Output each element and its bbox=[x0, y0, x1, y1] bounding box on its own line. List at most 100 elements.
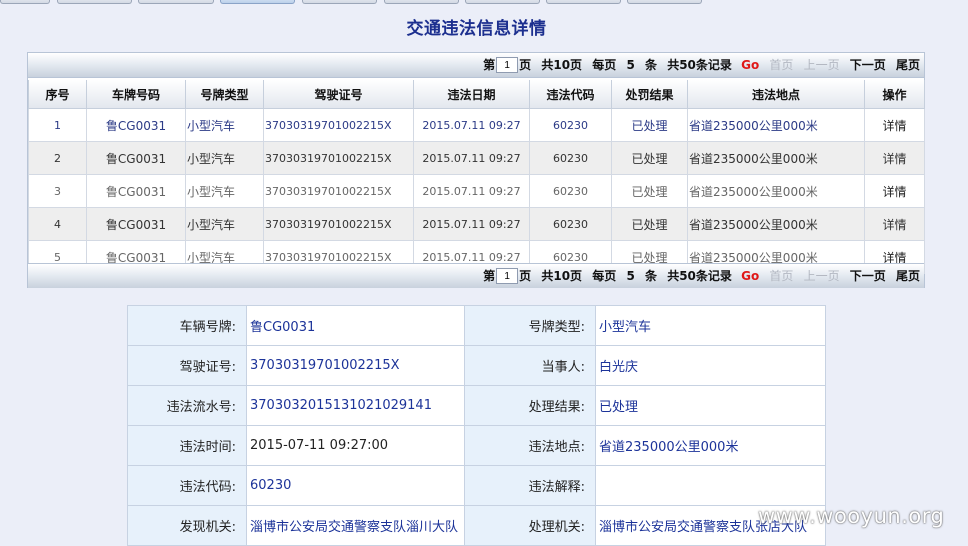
col-header[interactable]: 违法地点 bbox=[687, 80, 865, 109]
watermark: www.wooyun.org bbox=[758, 504, 945, 528]
found-org-label: 发现机关: bbox=[127, 505, 247, 546]
pager-tiao: 条 bbox=[645, 269, 658, 283]
table-row[interactable]: 2 鲁CG0031 小型汽车 37030319701002215X 2015.0… bbox=[28, 141, 925, 175]
cell-code: 60230 bbox=[529, 207, 612, 241]
pager-bottom: 第 页 共10页 每页 5 条 共50条记录 Go 首页 上一页 下一页 尾页 bbox=[28, 263, 924, 288]
cell-result: 已处理 bbox=[611, 141, 688, 175]
cell-no: 2 bbox=[28, 141, 87, 175]
detail-row: 车辆号牌: 鲁CG0031 号牌类型: 小型汽车 bbox=[127, 305, 826, 346]
first-page-link[interactable]: 首页 bbox=[769, 58, 793, 72]
col-header[interactable]: 操作 bbox=[864, 80, 925, 109]
violation-table: 序号 车牌号码 号牌类型 驾驶证号 违法日期 违法代码 处罚结果 违法地点 操作… bbox=[28, 80, 925, 274]
cell-result: 已处理 bbox=[611, 108, 688, 142]
cell-no: 1 bbox=[28, 108, 87, 142]
result-label: 处理结果: bbox=[464, 385, 596, 426]
col-header[interactable]: 违法日期 bbox=[413, 80, 530, 109]
detail-row: 违法时间: 2015-07-11 09:27:00 违法地点: 省道235000… bbox=[127, 425, 826, 466]
last-page-link[interactable]: 尾页 bbox=[896, 269, 920, 283]
page-title: 交通违法信息详情 bbox=[406, 19, 547, 39]
cell-type: 小型汽车 bbox=[185, 207, 264, 241]
cell-date: 2015.07.11 09:27 bbox=[413, 207, 530, 241]
cell-place: 省道235000公里000米 bbox=[687, 174, 865, 208]
last-page-link[interactable]: 尾页 bbox=[896, 58, 920, 72]
next-page-link[interactable]: 下一页 bbox=[850, 269, 886, 283]
violation-grid: 第页 共10页 每页 5 条 共50条记录 Go 首页 上一页 下一页 尾页 序… bbox=[27, 52, 925, 288]
tab[interactable] bbox=[546, 0, 621, 4]
tab[interactable] bbox=[627, 0, 702, 4]
detail-link[interactable]: 详情 bbox=[864, 108, 925, 142]
pager-ye: 页 bbox=[519, 58, 532, 72]
col-header[interactable]: 序号 bbox=[28, 80, 87, 109]
next-page-link[interactable]: 下一页 bbox=[850, 58, 886, 72]
pager-tiao: 条 bbox=[645, 58, 658, 72]
table-header-row: 序号 车牌号码 号牌类型 驾驶证号 违法日期 违法代码 处罚结果 违法地点 操作 bbox=[28, 80, 925, 109]
col-header[interactable]: 车牌号码 bbox=[86, 80, 186, 109]
detail-row: 发现机关: 淄博市公安局交通警察支队淄川大队 处理机关: 淄博市公安局交通警察支… bbox=[127, 505, 826, 546]
cell-plate: 鲁CG0031 bbox=[86, 141, 186, 175]
place-label: 违法地点: bbox=[464, 425, 596, 466]
pager-total-records: 共50条记录 bbox=[667, 269, 732, 283]
pager-top: 第 页 共10页 每页 5 条 共50条记录 Go 首页 上一页 下一页 尾页 bbox=[28, 53, 924, 78]
go-button[interactable]: Go bbox=[741, 58, 759, 72]
prev-page-link[interactable]: 上一页 bbox=[804, 58, 840, 72]
go-button[interactable]: Go bbox=[741, 269, 759, 283]
pager-total-pages: 共10页 bbox=[541, 58, 583, 72]
party-label: 当事人: bbox=[464, 345, 596, 386]
serial-label: 违法流水号: bbox=[127, 385, 247, 426]
col-header[interactable]: 违法代码 bbox=[529, 80, 612, 109]
tab[interactable] bbox=[138, 0, 214, 4]
cell-result: 已处理 bbox=[611, 207, 688, 241]
tab[interactable] bbox=[57, 0, 132, 4]
cell-place: 省道235000公里000米 bbox=[687, 141, 865, 175]
detail-link[interactable]: 详情 bbox=[864, 207, 925, 241]
tab[interactable] bbox=[302, 0, 377, 4]
cell-type: 小型汽车 bbox=[185, 174, 264, 208]
page-number-input[interactable] bbox=[496, 268, 519, 284]
cell-plate: 鲁CG0031 bbox=[86, 174, 186, 208]
cell-code: 60230 bbox=[529, 141, 612, 175]
first-page-link[interactable]: 首页 bbox=[769, 269, 793, 283]
cell-type: 小型汽车 bbox=[185, 141, 264, 175]
page-number-input[interactable] bbox=[496, 57, 519, 73]
license-label: 驾驶证号: bbox=[127, 345, 247, 386]
prev-page-link[interactable]: 上一页 bbox=[804, 269, 840, 283]
detail-link[interactable]: 详情 bbox=[864, 141, 925, 175]
pager-per-page-value: 5 bbox=[626, 269, 635, 283]
cell-license: 37030319701002215X bbox=[263, 207, 414, 241]
pager-ye: 页 bbox=[519, 269, 532, 283]
plate-type-value: 小型汽车 bbox=[595, 305, 826, 346]
col-header[interactable]: 驾驶证号 bbox=[263, 80, 414, 109]
cell-license: 37030319701002215X bbox=[263, 108, 414, 142]
cell-plate: 鲁CG0031 bbox=[86, 207, 186, 241]
detail-row: 驾驶证号: 37030319701002215X 当事人: 白光庆 bbox=[127, 345, 826, 386]
detail-row: 违法代码: 60230 违法解释: bbox=[127, 465, 826, 506]
violation-detail-panel: 车辆号牌: 鲁CG0031 号牌类型: 小型汽车 驾驶证号: 370303197… bbox=[127, 305, 826, 546]
cell-place: 省道235000公里000米 bbox=[687, 207, 865, 241]
table-row[interactable]: 4 鲁CG0031 小型汽车 37030319701002215X 2015.0… bbox=[28, 207, 925, 241]
pager-per-page-label: 每页 bbox=[592, 58, 617, 72]
pager-di: 第 bbox=[483, 58, 496, 72]
party-value: 白光庆 bbox=[595, 345, 826, 386]
cell-code: 60230 bbox=[529, 108, 612, 142]
cell-date: 2015.07.11 09:27 bbox=[413, 174, 530, 208]
cell-place: 省道235000公里000米 bbox=[687, 108, 865, 142]
time-value: 2015-07-11 09:27:00 bbox=[246, 425, 465, 466]
pager-di: 第 bbox=[483, 269, 496, 283]
cell-date: 2015.07.11 09:27 bbox=[413, 141, 530, 175]
table-row[interactable]: 3 鲁CG0031 小型汽车 37030319701002215X 2015.0… bbox=[28, 174, 925, 208]
tab[interactable] bbox=[0, 0, 50, 4]
tab[interactable] bbox=[384, 0, 459, 4]
detail-link[interactable]: 详情 bbox=[864, 174, 925, 208]
tab[interactable] bbox=[465, 0, 540, 4]
cell-plate: 鲁CG0031 bbox=[86, 108, 186, 142]
col-header[interactable]: 号牌类型 bbox=[185, 80, 264, 109]
handle-org-label: 处理机关: bbox=[464, 505, 596, 546]
table-row[interactable]: 1 鲁CG0031 小型汽车 37030319701002215X 2015.0… bbox=[28, 108, 925, 142]
col-header[interactable]: 处罚结果 bbox=[611, 80, 688, 109]
result-value: 已处理 bbox=[595, 385, 826, 426]
tab-active[interactable] bbox=[220, 0, 295, 4]
cell-no: 4 bbox=[28, 207, 87, 241]
code-value: 60230 bbox=[246, 465, 465, 506]
plate-value: 鲁CG0031 bbox=[246, 305, 465, 346]
pager-per-page-value: 5 bbox=[626, 58, 635, 72]
